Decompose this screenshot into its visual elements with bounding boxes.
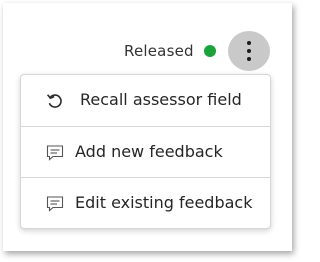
status-dot-icon — [204, 45, 216, 57]
menu-item-label: Add new feedback — [75, 142, 223, 161]
options-menu: Recall assessor field Add new feedback E… — [20, 74, 271, 229]
menu-item-edit-existing-feedback[interactable]: Edit existing feedback — [21, 177, 270, 229]
menu-item-add-new-feedback[interactable]: Add new feedback — [21, 126, 270, 178]
menu-item-label: Recall assessor field — [80, 90, 242, 109]
menu-item-label: Edit existing feedback — [75, 193, 253, 212]
undo-icon — [46, 94, 62, 108]
more-options-button[interactable] — [228, 31, 270, 71]
vertical-ellipsis-icon-dot — [247, 57, 251, 61]
menu-item-recall-assessor-field[interactable]: Recall assessor field — [21, 75, 270, 126]
comment-icon — [46, 196, 64, 212]
status-label: Released — [124, 42, 194, 60]
vertical-ellipsis-icon — [247, 41, 251, 45]
vertical-ellipsis-icon-dot — [247, 49, 251, 53]
comment-icon — [46, 145, 64, 161]
